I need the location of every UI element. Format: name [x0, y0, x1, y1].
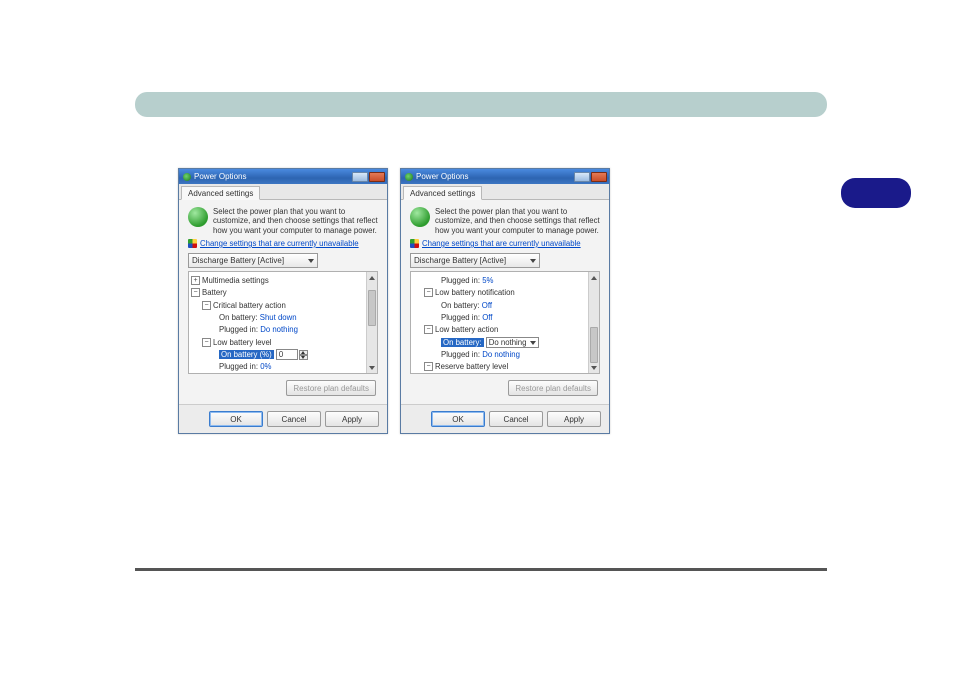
change-unavailable-link[interactable]: Change settings that are currently unava…: [422, 239, 581, 248]
value-low-notif-on[interactable]: Off: [482, 301, 492, 310]
value-low-level-plugged[interactable]: 0%: [260, 362, 271, 371]
power-plan-icon: [410, 207, 430, 227]
shield-icon: [410, 239, 419, 248]
collapse-icon[interactable]: −: [202, 301, 211, 310]
window-title: Power Options: [416, 172, 573, 181]
settings-tree[interactable]: Plugged in: 5% −Low battery notification…: [410, 271, 600, 374]
apply-button[interactable]: Apply: [547, 411, 601, 427]
collapse-icon[interactable]: −: [424, 288, 433, 297]
low-action-combo[interactable]: Do nothing: [486, 337, 540, 348]
tab-strip: Advanced settings: [401, 184, 609, 200]
label-on-battery: On battery:: [219, 313, 258, 322]
close-button[interactable]: [369, 172, 385, 182]
tab-advanced-settings[interactable]: Advanced settings: [181, 186, 260, 200]
power-icon: [183, 173, 191, 181]
close-button[interactable]: [591, 172, 607, 182]
restore-defaults-button[interactable]: Restore plan defaults: [286, 380, 376, 396]
label-plugged-in: Plugged in:: [441, 276, 480, 285]
power-plan-icon: [188, 207, 208, 227]
plan-selected-text: Discharge Battery [Active]: [414, 256, 506, 265]
value-first-plugged[interactable]: 5%: [482, 276, 493, 285]
expand-icon[interactable]: +: [191, 276, 200, 285]
label-plugged-in: Plugged in:: [219, 362, 258, 371]
power-options-dialog-right: Power Options Advanced settings Select t…: [400, 168, 610, 434]
page-side-badge: [841, 178, 911, 208]
cancel-button[interactable]: Cancel: [489, 411, 543, 427]
chevron-down-icon: [530, 259, 536, 263]
label-plugged-in: Plugged in:: [441, 350, 480, 359]
page-header-bar: [135, 92, 827, 117]
value-low-notif-plugged[interactable]: Off: [482, 313, 492, 322]
window-title: Power Options: [194, 172, 351, 181]
tree-critical-action[interactable]: Critical battery action: [213, 301, 286, 310]
cancel-button[interactable]: Cancel: [267, 411, 321, 427]
power-plan-select[interactable]: Discharge Battery [Active]: [188, 253, 318, 268]
tree-scrollbar[interactable]: [588, 272, 599, 373]
scrollbar-thumb[interactable]: [590, 327, 598, 363]
ok-button[interactable]: OK: [431, 411, 485, 427]
power-options-dialog-left: Power Options Advanced settings Select t…: [178, 168, 388, 434]
ok-button[interactable]: OK: [209, 411, 263, 427]
collapse-icon[interactable]: −: [424, 362, 433, 371]
change-unavailable-link[interactable]: Change settings that are currently unava…: [200, 239, 359, 248]
tree-multimedia[interactable]: Multimedia settings: [202, 276, 269, 285]
instruction-text: Select the power plan that you want to c…: [435, 207, 600, 235]
titlebar[interactable]: Power Options: [179, 169, 387, 184]
collapse-icon[interactable]: −: [424, 325, 433, 334]
scrollbar-thumb[interactable]: [368, 290, 376, 326]
selected-label-on-battery[interactable]: On battery:: [441, 338, 484, 347]
low-level-spin-input[interactable]: 0: [276, 349, 298, 360]
tree-battery[interactable]: Battery: [202, 288, 227, 297]
value-low-action-plugged[interactable]: Do nothing: [482, 350, 520, 359]
power-plan-select[interactable]: Discharge Battery [Active]: [410, 253, 540, 268]
value-crit-action-plugged[interactable]: Do nothing: [260, 325, 298, 334]
tree-scrollbar[interactable]: [366, 272, 377, 373]
restore-defaults-button[interactable]: Restore plan defaults: [508, 380, 598, 396]
collapse-icon[interactable]: −: [191, 288, 200, 297]
plan-selected-text: Discharge Battery [Active]: [192, 256, 284, 265]
page-footer-rule: [135, 568, 827, 571]
tree-low-action[interactable]: Low battery action: [435, 325, 498, 334]
instruction-text: Select the power plan that you want to c…: [213, 207, 378, 235]
help-button[interactable]: [352, 172, 368, 182]
label-plugged-in: Plugged in:: [219, 325, 258, 334]
power-icon: [405, 173, 413, 181]
titlebar[interactable]: Power Options: [401, 169, 609, 184]
tree-reserve-level[interactable]: Reserve battery level: [435, 362, 508, 371]
selected-label-on-battery[interactable]: On battery (%): [219, 350, 274, 359]
tree-low-notification[interactable]: Low battery notification: [435, 288, 515, 297]
settings-tree[interactable]: +Multimedia settings −Battery −Critical …: [188, 271, 378, 374]
tree-low-level[interactable]: Low battery level: [213, 338, 272, 347]
label-on-battery: On battery:: [441, 301, 480, 310]
collapse-icon[interactable]: −: [202, 338, 211, 347]
value-crit-action-on[interactable]: Shut down: [260, 313, 297, 322]
spin-buttons[interactable]: [299, 350, 308, 360]
apply-button[interactable]: Apply: [325, 411, 379, 427]
chevron-down-icon: [308, 259, 314, 263]
tab-advanced-settings[interactable]: Advanced settings: [403, 186, 482, 200]
shield-icon: [188, 239, 197, 248]
tab-strip: Advanced settings: [179, 184, 387, 200]
label-plugged-in: Plugged in:: [441, 313, 480, 322]
help-button[interactable]: [574, 172, 590, 182]
